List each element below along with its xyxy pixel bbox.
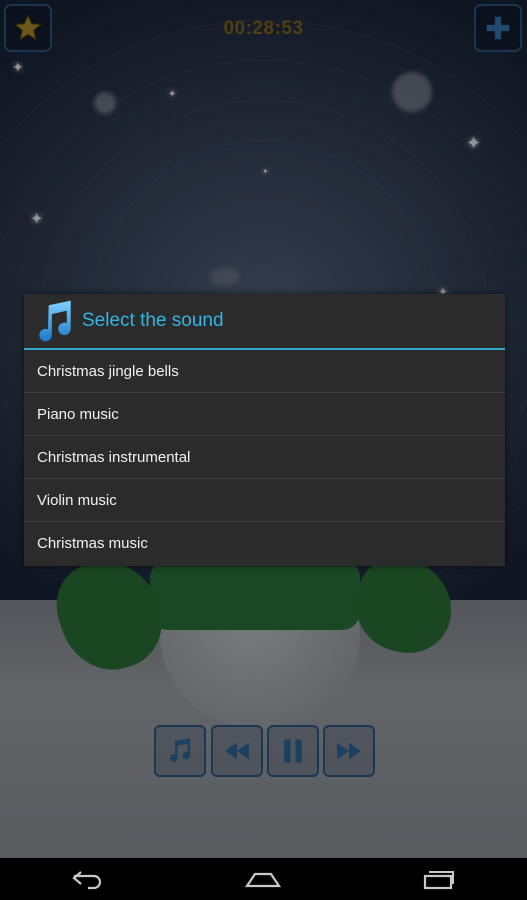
home-icon — [245, 872, 282, 888]
sound-option[interactable]: Christmas jingle bells — [24, 350, 505, 393]
recent-apps-button[interactable] — [409, 858, 469, 900]
back-button[interactable] — [58, 858, 118, 900]
dialog-header: Select the sound — [24, 294, 505, 350]
sound-option[interactable]: Christmas music — [24, 522, 505, 565]
music-note-icon — [39, 300, 71, 342]
dialog-title: Select the sound — [82, 310, 224, 331]
back-icon — [72, 871, 101, 890]
sound-option[interactable]: Piano music — [24, 393, 505, 436]
recent-apps-icon — [424, 871, 455, 890]
select-sound-dialog: Select the sound Christmas jingle bells … — [24, 294, 505, 566]
sound-option[interactable]: Violin music — [24, 479, 505, 522]
system-navigation-bar — [0, 858, 527, 900]
home-button[interactable] — [233, 858, 293, 900]
sound-list: Christmas jingle bells Piano music Chris… — [24, 350, 505, 565]
sound-option[interactable]: Christmas instrumental — [24, 436, 505, 479]
